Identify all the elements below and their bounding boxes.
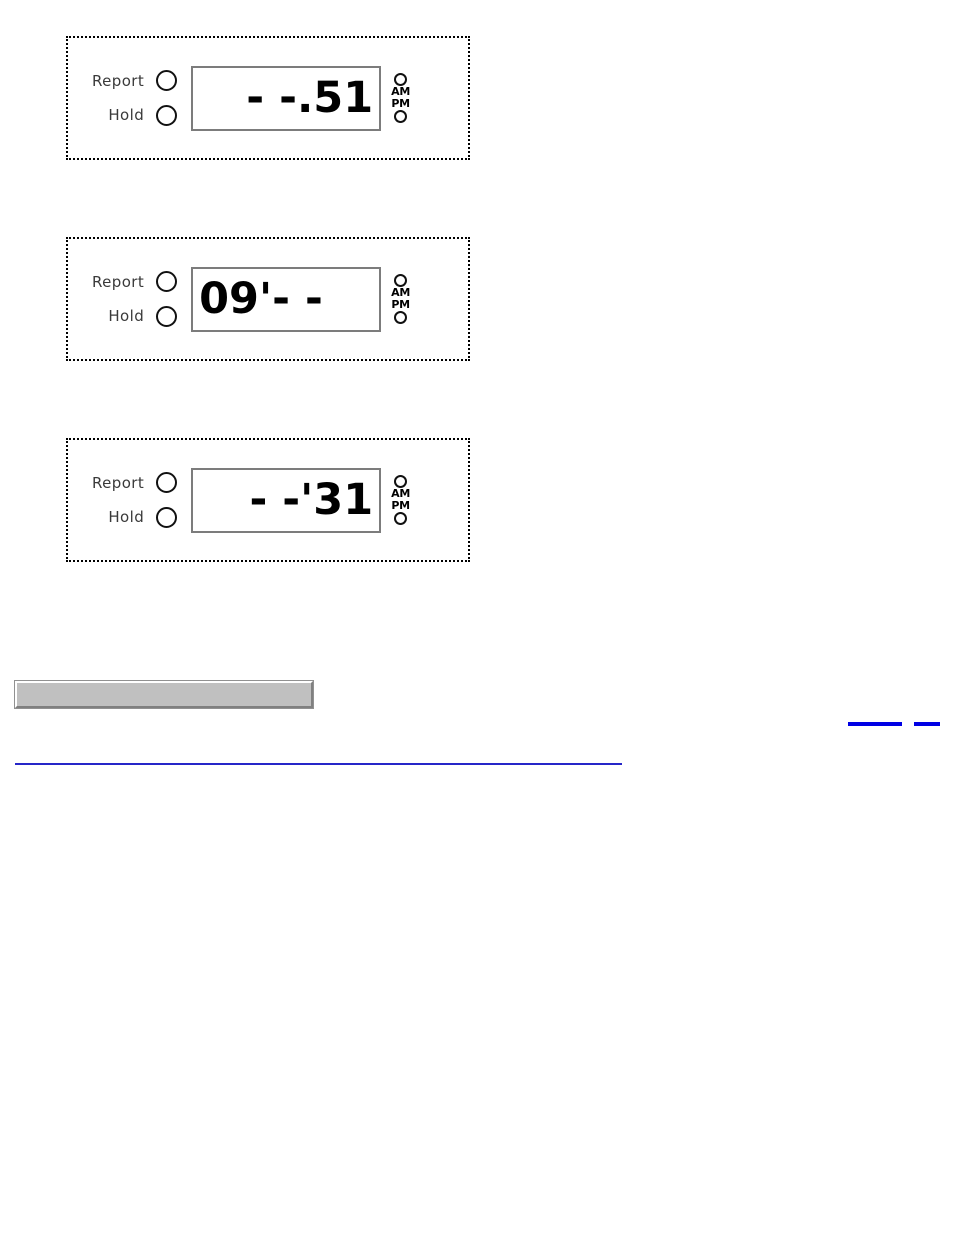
report-radio-button[interactable] (156, 271, 178, 292)
link-horizontal-rule[interactable] (15, 763, 622, 765)
control-radios (156, 70, 178, 126)
ampm-indicator-group: AM PM (391, 66, 410, 131)
gray-text-field[interactable] (14, 680, 314, 709)
link-top-secondary[interactable] (914, 722, 940, 726)
pm-indicator-dot (394, 109, 408, 123)
panel-content: Report Hold 09'- - AM PM (68, 239, 468, 359)
lcd-value: - -'31 (249, 474, 374, 525)
panel-controls: Report Hold (92, 271, 178, 327)
lcd-display: - -.51 (191, 65, 382, 131)
lcd-value: - -.51 (246, 72, 374, 123)
hold-label: Hold (108, 105, 145, 124)
report-radio-button[interactable] (156, 472, 178, 493)
pm-indicator-dot (394, 310, 408, 324)
control-radios (156, 472, 178, 528)
report-label: Report (92, 473, 145, 492)
control-radios (156, 271, 178, 327)
panel-content: Report Hold - -.51 AM PM (68, 38, 468, 158)
hold-label: Hold (108, 306, 145, 325)
lcd-display: - -'31 (191, 467, 382, 533)
report-label: Report (92, 272, 145, 291)
control-labels: Report Hold (92, 71, 145, 124)
control-labels: Report Hold (92, 272, 145, 325)
panel-controls: Report Hold (92, 70, 178, 126)
ampm-indicator-group: AM PM (391, 267, 410, 332)
report-radio-button[interactable] (156, 70, 178, 91)
control-labels: Report Hold (92, 473, 145, 526)
timer-panel-minutes: Report Hold - -'31 AM PM (66, 438, 470, 562)
hold-radio-button[interactable] (156, 306, 178, 327)
timer-panel-seconds: Report Hold - -.51 AM PM (66, 36, 470, 160)
hold-label: Hold (108, 507, 145, 526)
link-top-primary[interactable] (848, 722, 902, 726)
hold-radio-button[interactable] (156, 507, 178, 528)
panel-controls: Report Hold (92, 472, 178, 528)
pm-label: PM (391, 298, 410, 311)
panel-content: Report Hold - -'31 AM PM (68, 440, 468, 560)
report-label: Report (92, 71, 145, 90)
hold-radio-button[interactable] (156, 105, 178, 126)
pm-indicator-dot (394, 511, 408, 525)
pm-label: PM (391, 499, 410, 512)
lcd-display: 09'- - (191, 266, 382, 332)
pm-label: PM (391, 97, 410, 110)
lcd-value: 09'- - (199, 273, 323, 324)
timer-panel-hours: Report Hold 09'- - AM PM (66, 237, 470, 361)
ampm-indicator-group: AM PM (391, 468, 410, 533)
